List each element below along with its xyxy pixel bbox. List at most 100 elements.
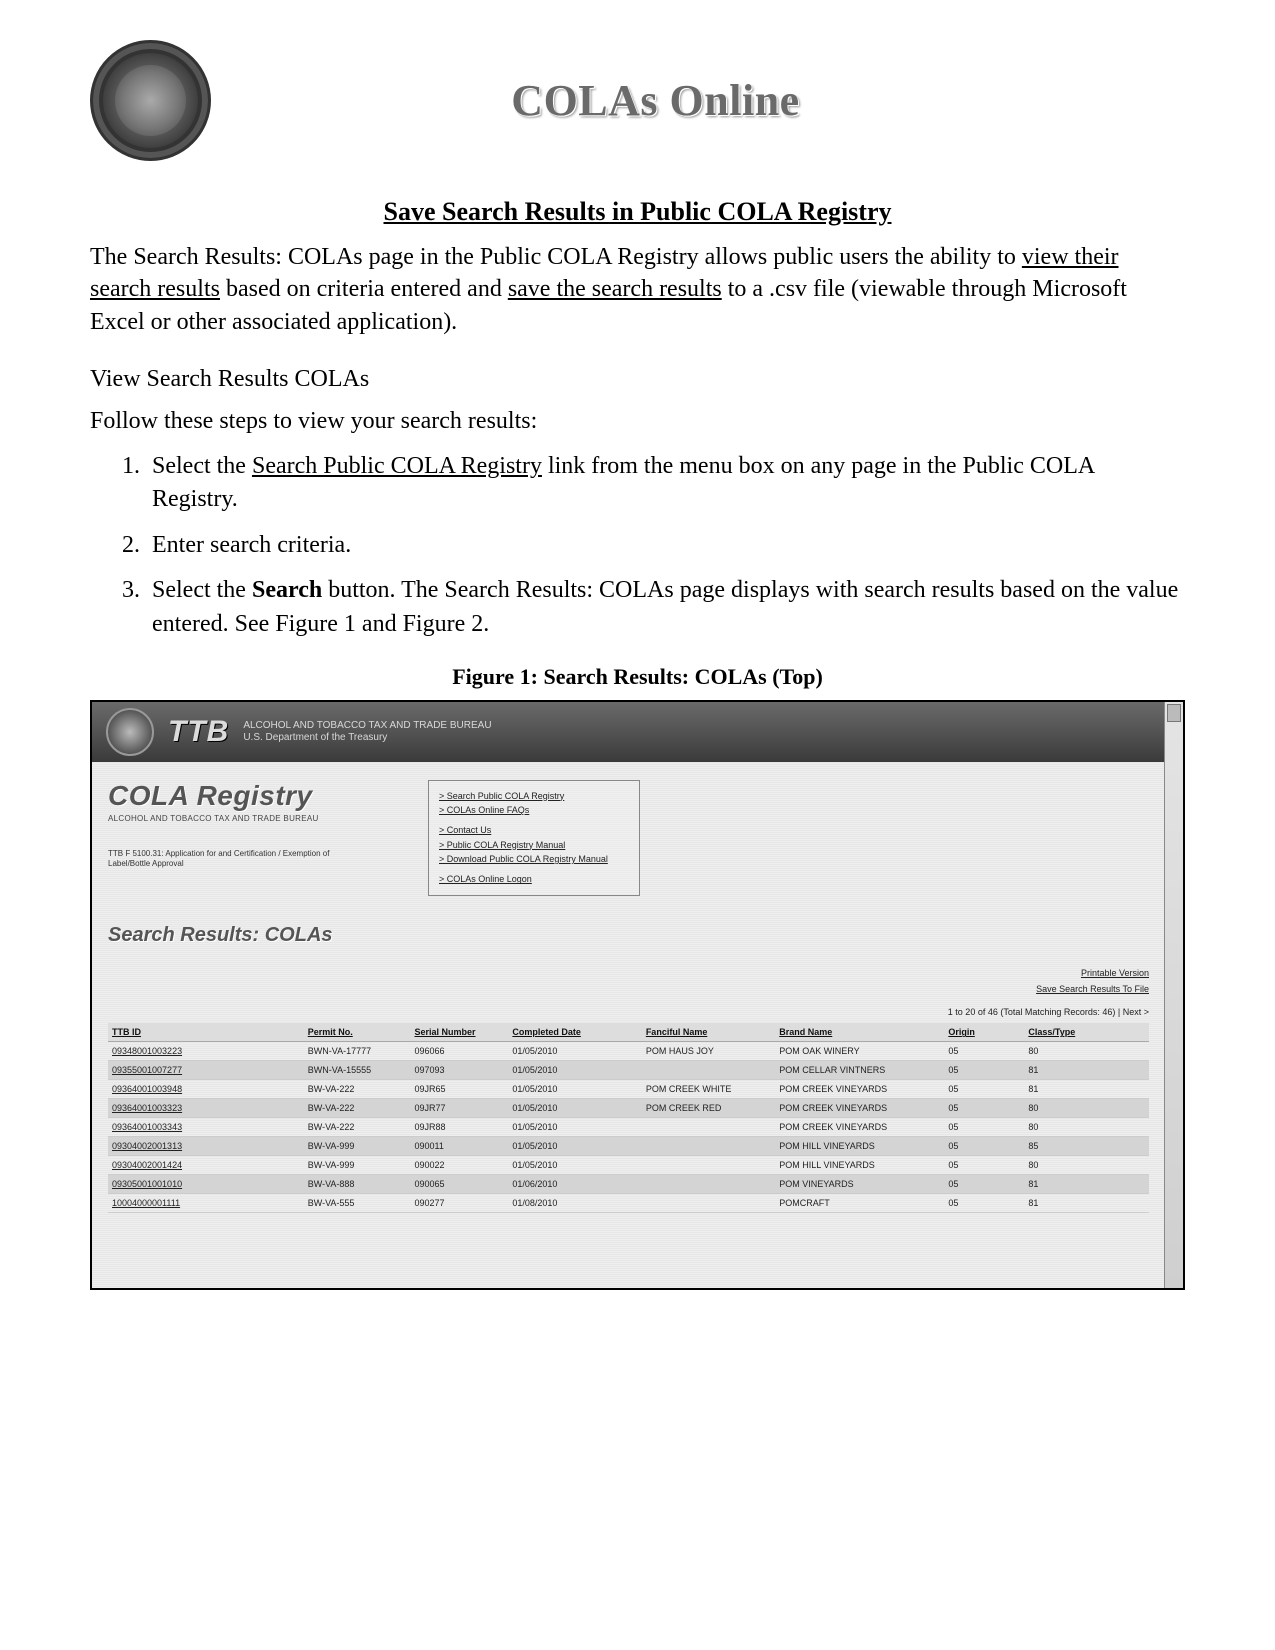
cell-fanciful-name: POM CREEK RED: [642, 1099, 775, 1118]
cell-origin: 05: [944, 1099, 1024, 1118]
cell-fanciful-name: [642, 1137, 775, 1156]
menu-box: > Search Public COLA Registry > COLAs On…: [428, 780, 640, 896]
cell-permit-no: BWN-VA-15555: [304, 1061, 411, 1080]
cell-ttb-id[interactable]: 09364001003948: [108, 1080, 304, 1099]
col-serial-number[interactable]: Serial Number: [411, 1023, 509, 1042]
menu-download-manual[interactable]: > Download Public COLA Registry Manual: [439, 852, 629, 866]
cell-completed-date: 01/05/2010: [508, 1137, 641, 1156]
cell-serial-number: 096066: [411, 1042, 509, 1061]
cell-permit-no: BW-VA-222: [304, 1099, 411, 1118]
step-1: Select the Search Public COLA Registry l…: [146, 450, 1185, 517]
save-results-file-link[interactable]: Save Search Results To File: [108, 981, 1149, 997]
printable-version-link[interactable]: Printable Version: [108, 965, 1149, 981]
cell-brand-name: POMCRAFT: [775, 1194, 944, 1213]
cell-ttb-id[interactable]: 09305001001010: [108, 1175, 304, 1194]
col-permit-no[interactable]: Permit No.: [304, 1023, 411, 1042]
intro-text: The Search Results: COLAs page in the Pu…: [90, 244, 1022, 270]
cell-permit-no: BW-VA-999: [304, 1156, 411, 1175]
table-row: 09364001003948BW-VA-22209JR6501/05/2010P…: [108, 1080, 1149, 1099]
cell-brand-name: POM CREEK VINEYARDS: [775, 1099, 944, 1118]
cell-class-type: 80: [1024, 1042, 1149, 1061]
cell-class-type: 81: [1024, 1080, 1149, 1099]
cell-fanciful-name: POM HAUS JOY: [642, 1042, 775, 1061]
cell-serial-number: 09JR88: [411, 1118, 509, 1137]
cell-origin: 05: [944, 1061, 1024, 1080]
step-text: Select the: [152, 577, 252, 603]
bureau-text: ALCOHOL AND TOBACCO TAX AND TRADE BUREAU…: [243, 720, 491, 744]
cell-brand-name: POM VINEYARDS: [775, 1175, 944, 1194]
ttb-seal-small-icon: [106, 708, 154, 756]
table-row: 09355001007277BWN-VA-1555509709301/05/20…: [108, 1061, 1149, 1080]
figure-caption: Figure 1: Search Results: COLAs (Top): [90, 664, 1185, 690]
cell-origin: 05: [944, 1137, 1024, 1156]
form-note: TTB F 5100.31: Application for and Certi…: [108, 849, 368, 870]
cell-fanciful-name: POM CREEK WHITE: [642, 1080, 775, 1099]
cell-brand-name: POM CREEK VINEYARDS: [775, 1080, 944, 1099]
document-page: COLAs Online Save Search Results in Publ…: [0, 0, 1275, 1650]
cell-origin: 05: [944, 1194, 1024, 1213]
cell-class-type: 80: [1024, 1118, 1149, 1137]
step-3: Select the Search button. The Search Res…: [146, 574, 1185, 641]
cell-serial-number: 097093: [411, 1061, 509, 1080]
screenshot-left-col: COLA Registry ALCOHOL AND TOBACCO TAX AN…: [108, 780, 408, 896]
cell-fanciful-name: [642, 1194, 775, 1213]
cell-class-type: 81: [1024, 1175, 1149, 1194]
col-fanciful-name[interactable]: Fanciful Name: [642, 1023, 775, 1042]
menu-public-manual[interactable]: > Public COLA Registry Manual: [439, 838, 629, 852]
menu-contact[interactable]: > Contact Us: [439, 823, 629, 837]
ttb-logo-text: TTB: [168, 715, 229, 749]
cell-ttb-id[interactable]: 09355001007277: [108, 1061, 304, 1080]
save-results-link[interactable]: save the search results: [508, 276, 722, 302]
cell-serial-number: 090011: [411, 1137, 509, 1156]
bureau-line: U.S. Department of the Treasury: [243, 732, 491, 744]
screenshot-body: COLA Registry ALCOHOL AND TOBACCO TAX AN…: [92, 762, 1165, 1288]
cell-fanciful-name: [642, 1061, 775, 1080]
cell-ttb-id[interactable]: 09304002001424: [108, 1156, 304, 1175]
cell-class-type: 80: [1024, 1156, 1149, 1175]
results-table: TTB ID Permit No. Serial Number Complete…: [108, 1023, 1149, 1213]
cell-completed-date: 01/06/2010: [508, 1175, 641, 1194]
col-completed-date[interactable]: Completed Date: [508, 1023, 641, 1042]
cell-brand-name: POM CREEK VINEYARDS: [775, 1118, 944, 1137]
col-brand-name[interactable]: Brand Name: [775, 1023, 944, 1042]
pager: 1 to 20 of 46 (Total Matching Records: 4…: [108, 1007, 1149, 1017]
table-header-row: TTB ID Permit No. Serial Number Complete…: [108, 1023, 1149, 1042]
cell-completed-date: 01/05/2010: [508, 1099, 641, 1118]
cell-completed-date: 01/05/2010: [508, 1080, 641, 1099]
table-row: 09305001001010BW-VA-88809006501/06/2010P…: [108, 1175, 1149, 1194]
app-title: COLAs Online: [126, 75, 1185, 126]
cell-ttb-id[interactable]: 09364001003343: [108, 1118, 304, 1137]
cell-completed-date: 01/05/2010: [508, 1061, 641, 1080]
intro-text: based on criteria entered and: [220, 276, 508, 302]
cell-permit-no: BW-VA-888: [304, 1175, 411, 1194]
cell-origin: 05: [944, 1175, 1024, 1194]
cell-ttb-id[interactable]: 09304002001313: [108, 1137, 304, 1156]
cell-completed-date: 01/08/2010: [508, 1194, 641, 1213]
cell-ttb-id[interactable]: 09364001003323: [108, 1099, 304, 1118]
cell-ttb-id[interactable]: 10004000001111: [108, 1194, 304, 1213]
cell-origin: 05: [944, 1156, 1024, 1175]
col-class-type[interactable]: Class/Type: [1024, 1023, 1149, 1042]
cell-serial-number: 09JR77: [411, 1099, 509, 1118]
menu-search-registry[interactable]: > Search Public COLA Registry: [439, 789, 629, 803]
table-row: 10004000001111BW-VA-55509027701/08/2010P…: [108, 1194, 1149, 1213]
col-origin[interactable]: Origin: [944, 1023, 1024, 1042]
page-subtitle: Save Search Results in Public COLA Regis…: [90, 197, 1185, 227]
scrollbar[interactable]: [1164, 702, 1183, 1288]
screenshot-figure: TTB ALCOHOL AND TOBACCO TAX AND TRADE BU…: [90, 700, 1185, 1290]
ttb-seal-icon: [90, 40, 211, 161]
search-public-registry-link[interactable]: Search Public COLA Registry: [252, 453, 542, 479]
menu-faqs[interactable]: > COLAs Online FAQs: [439, 803, 629, 817]
menu-logon[interactable]: > COLAs Online Logon: [439, 872, 629, 886]
cell-completed-date: 01/05/2010: [508, 1042, 641, 1061]
cell-class-type: 80: [1024, 1099, 1149, 1118]
cell-ttb-id[interactable]: 09348001003223: [108, 1042, 304, 1061]
col-ttb-id[interactable]: TTB ID: [108, 1023, 304, 1042]
steps-list: Select the Search Public COLA Registry l…: [90, 450, 1185, 642]
cell-brand-name: POM HILL VINEYARDS: [775, 1156, 944, 1175]
cell-origin: 05: [944, 1118, 1024, 1137]
results-action-links: Printable Version Save Search Results To…: [108, 965, 1149, 997]
step-2: Enter search criteria.: [146, 529, 1185, 563]
cell-fanciful-name: [642, 1118, 775, 1137]
cell-class-type: 85: [1024, 1137, 1149, 1156]
